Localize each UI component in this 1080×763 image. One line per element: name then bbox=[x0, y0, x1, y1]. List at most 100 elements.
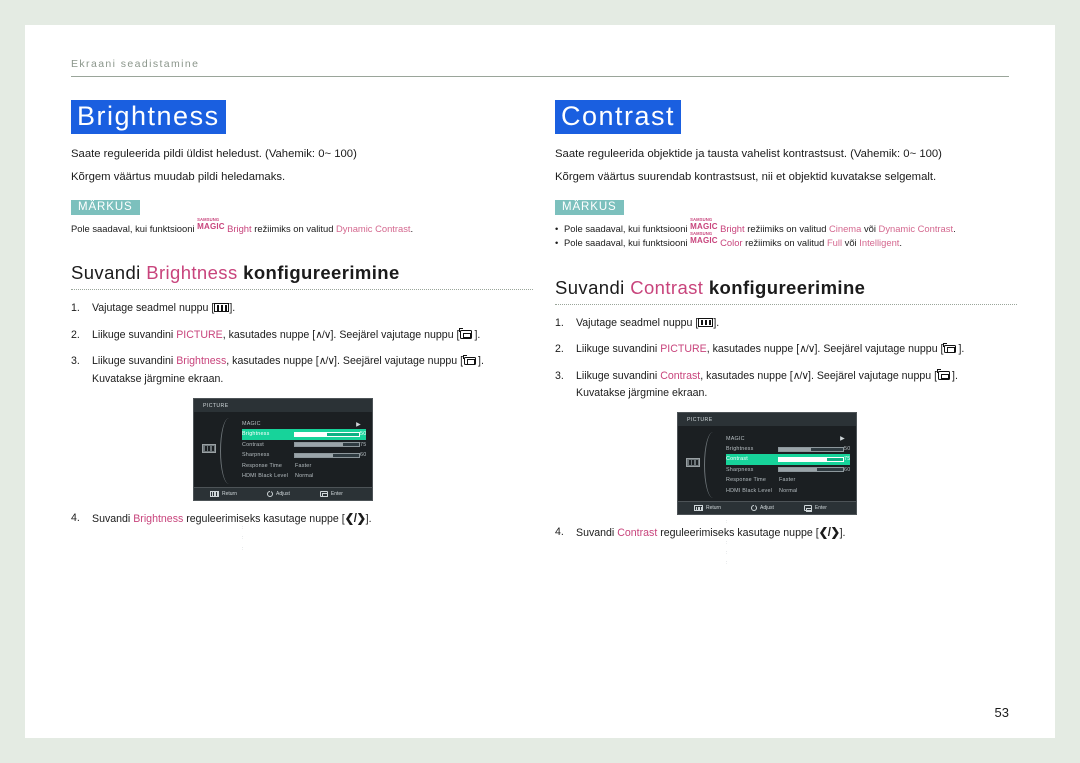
osd-footer-adjust[interactable]: Adjust bbox=[751, 504, 774, 512]
menu-button-icon bbox=[214, 303, 230, 313]
step-2: 2. Liikuge suvandini PICTURE, kasutades … bbox=[555, 342, 1017, 357]
step-subtext: Kuvatakse järgmine ekraan. bbox=[92, 372, 224, 385]
osd-footer-label: Return bbox=[222, 490, 238, 497]
note-line: Pole saadaval, kui funktsiooni SAMSUNG MA… bbox=[71, 217, 533, 237]
osd-footer-return[interactable]: Return bbox=[210, 490, 238, 497]
up-down-button-icon: ∧/∨ bbox=[799, 343, 815, 356]
note-badge: MÄRKUS bbox=[555, 199, 624, 215]
note-magic-suffix: Bright bbox=[720, 222, 745, 234]
osd-colon: : bbox=[726, 529, 728, 536]
osd-row-label: HDMI Black Level bbox=[242, 473, 289, 479]
osd-footer-label: Adjust bbox=[276, 490, 290, 497]
note-badge: MÄRKUS bbox=[71, 199, 140, 215]
osd-row-label: MAGIC bbox=[242, 421, 261, 428]
jog-icon bbox=[751, 504, 758, 512]
note-conj: või bbox=[842, 237, 860, 249]
note-line: • Pole saadaval, kui funktsiooni SAMSUNG… bbox=[555, 232, 1017, 251]
osd-row-contrast[interactable]: Contrast : 75 bbox=[242, 440, 366, 521]
osd-footer-enter[interactable]: Enter bbox=[319, 490, 343, 498]
osd-row-sharpness[interactable]: Sharpness : 60 bbox=[242, 450, 366, 531]
note-text-post: . bbox=[953, 222, 956, 234]
osd-slider[interactable] bbox=[294, 431, 360, 437]
osd-slider[interactable] bbox=[294, 442, 360, 448]
osd-row-hdmi-black-level[interactable]: HDMI Black Level : Normal bbox=[726, 485, 850, 567]
step-text-post: ]. bbox=[839, 527, 846, 540]
step-text-mid: , kasutades nuppe [ bbox=[222, 328, 316, 341]
step-3: 3. Liikuge suvandini Contrast, kasutades… bbox=[555, 369, 1017, 402]
osd-row-brightness[interactable]: Brightness : 50 bbox=[242, 429, 366, 510]
step-keyword: PICTURE bbox=[176, 328, 223, 341]
column-brightness: Brightness Saate reguleerida pildi üldis… bbox=[71, 100, 533, 552]
steps-list: 1. Vajutage seadmel nuppu []. 2. Liikuge… bbox=[71, 301, 533, 386]
magic-logo-bottom: MAGIC bbox=[197, 221, 225, 231]
osd-footer-adjust[interactable]: Adjust bbox=[267, 490, 290, 497]
column-contrast: Contrast Saate reguleerida objektide ja … bbox=[555, 100, 1017, 567]
enter-button-icon bbox=[459, 328, 474, 340]
step-keyword: Brightness bbox=[133, 512, 184, 525]
step-4: 4. Suvandi Brightness reguleerimiseks ka… bbox=[71, 511, 533, 528]
section-heading-brightness: Suvandi Brightness konfigureerimine bbox=[71, 262, 533, 284]
page-title-brightness: Brightness bbox=[71, 100, 226, 135]
osd-footer: Return Adjust Enter bbox=[678, 501, 856, 515]
step-text-post: ]. bbox=[713, 317, 720, 329]
osd-row-magic[interactable]: MAGIC ▶ bbox=[242, 419, 366, 429]
osd-footer-label: Enter bbox=[814, 505, 827, 512]
osd-body: MAGIC ▶ Brightness : 50 Contrast : 75 Sh… bbox=[194, 412, 372, 552]
section-heading-divider bbox=[71, 289, 533, 291]
osd-slider[interactable] bbox=[778, 446, 844, 452]
osd-colon: : bbox=[242, 525, 244, 532]
note-value-2: Dynamic Contrast bbox=[878, 222, 954, 234]
osd-row-brightness[interactable]: Brightness : 50 bbox=[726, 444, 850, 525]
bullet-icon: • bbox=[555, 237, 559, 249]
step-number: 1. bbox=[555, 317, 564, 329]
up-down-button-icon: ∧/∨ bbox=[792, 369, 809, 382]
step-keyword: Contrast bbox=[660, 369, 701, 382]
steps-list: 1. Vajutage seadmel nuppu []. 2. Liikuge… bbox=[555, 316, 1017, 401]
osd-row-magic[interactable]: MAGIC ▶ bbox=[726, 433, 850, 443]
note-text-mid: režiimiks on valitud bbox=[251, 222, 337, 234]
osd-row-contrast[interactable]: Contrast : 75 bbox=[726, 454, 850, 535]
note-value-1: Dynamic Contrast bbox=[336, 222, 411, 234]
enter-button-icon bbox=[943, 342, 958, 354]
bullet-icon: • bbox=[555, 222, 559, 234]
subhead-prefix: Suvandi bbox=[71, 262, 147, 284]
samsung-magic-logo-icon: SAMSUNG MAGIC bbox=[197, 217, 227, 232]
step-text-post: ]. bbox=[952, 369, 958, 382]
step-text-mid2: ]. Seejärel vajutage nuppu [ bbox=[330, 328, 460, 341]
osd-footer-return[interactable]: Return bbox=[694, 505, 722, 512]
osd-row-label: Contrast bbox=[726, 456, 748, 463]
note-value-1: Cinema bbox=[829, 222, 862, 234]
step-text-post: ]. bbox=[365, 512, 372, 525]
osd-row-sharpness[interactable]: Sharpness : 60 bbox=[726, 465, 850, 546]
header-divider bbox=[71, 76, 1009, 77]
osd-row-response-time[interactable]: Response Time : Faster bbox=[242, 460, 366, 542]
osd-row-value: Normal bbox=[295, 473, 314, 479]
step-text-mid2: ]. Seejärel vajutage nuppu [ bbox=[334, 355, 464, 368]
osd-slider[interactable] bbox=[778, 456, 844, 462]
osd-row-value: 60 bbox=[360, 452, 367, 459]
osd-slider[interactable] bbox=[294, 452, 360, 458]
osd-row-response-time[interactable]: Response Time : Faster bbox=[726, 475, 850, 556]
step-keyword: Contrast bbox=[617, 527, 658, 540]
osd-row-label: Sharpness bbox=[726, 466, 754, 473]
osd-colon: : bbox=[242, 504, 244, 511]
step-text-pre: Vajutage seadmel nuppu [ bbox=[576, 317, 699, 329]
step-number: 3. bbox=[71, 355, 80, 368]
step-text-post: ]. bbox=[958, 343, 965, 356]
osd-row-hdmi-black-level[interactable]: HDMI Black Level : Normal bbox=[242, 471, 366, 552]
osd-slider[interactable] bbox=[778, 467, 844, 473]
osd-row-label: Response Time bbox=[242, 462, 283, 469]
osd-rows: MAGIC ▶ Brightness : 50 Contrast : 75 Sh… bbox=[242, 419, 366, 552]
step-1: 1. Vajutage seadmel nuppu []. bbox=[555, 316, 1017, 331]
osd-colon: : bbox=[242, 535, 244, 542]
osd-footer-label: Return bbox=[706, 505, 722, 512]
osd-footer-enter[interactable]: Enter bbox=[803, 505, 827, 512]
osd-menu-icon bbox=[686, 458, 700, 468]
note-text-pre: Pole saadaval, kui funktsiooni bbox=[564, 222, 691, 234]
osd-row-label: MAGIC bbox=[726, 435, 745, 442]
osd-row-value: 60 bbox=[844, 466, 851, 473]
note-value-1: Full bbox=[826, 237, 843, 249]
step-text-pre: Liikuge suvandini bbox=[576, 343, 661, 356]
osd-colon: : bbox=[726, 560, 728, 567]
step-3: 3. Liikuge suvandini Brightness, kasutad… bbox=[71, 354, 533, 387]
